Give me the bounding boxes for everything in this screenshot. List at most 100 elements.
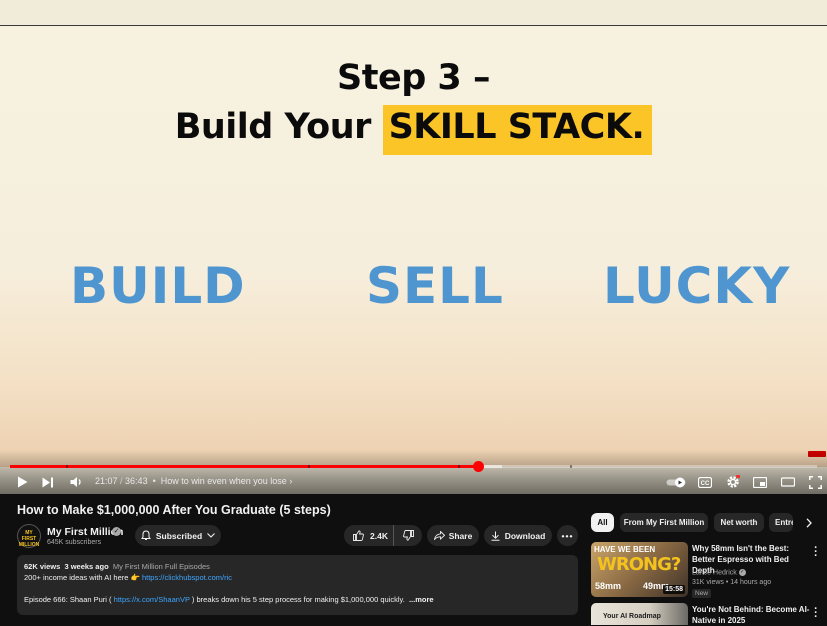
download-button[interactable]: Download — [484, 525, 552, 546]
play-button[interactable] — [14, 474, 30, 490]
chevron-down-icon — [207, 533, 216, 538]
player-controls: 21:07 / 36:43 • How to win even when you… — [0, 450, 827, 494]
thumbs-down-icon — [402, 530, 414, 541]
current-time: 21:07 — [95, 476, 118, 486]
download-icon — [491, 531, 500, 541]
subscribed-label: Subscribed — [155, 530, 203, 541]
description-line-2-text: 200+ income ideas with AI here 👉 — [24, 573, 142, 582]
share-label: Share — [448, 530, 473, 541]
like-button[interactable]: 2.4K — [344, 525, 394, 546]
like-count: 2.4K — [370, 530, 388, 541]
verified-icon: ✓ — [112, 527, 121, 536]
slide-highlight: SKILL STACK. — [382, 105, 653, 155]
description-line-3-suffix: ) breaks down his 5 step process for mak… — [189, 595, 405, 604]
duration: 36:43 — [125, 476, 148, 486]
chips-next-button[interactable] — [800, 513, 818, 532]
description-box[interactable]: 62K views 3 weeks ago My First Million F… — [17, 555, 578, 615]
share-button[interactable]: Share — [427, 525, 479, 546]
fullscreen-icon — [808, 475, 822, 489]
chapter-title[interactable]: How to win even when you lose — [161, 476, 287, 486]
slide-word-build: BUILD — [70, 257, 246, 315]
slide-word-lucky: LUCKY — [603, 257, 791, 315]
recommended-channel-name: Lance Hedrick — [692, 569, 737, 577]
progress-played — [10, 465, 479, 468]
thumbnail-label-left: 58mm — [595, 581, 622, 591]
fullscreen-button[interactable] — [806, 474, 824, 490]
recommended-title-2[interactable]: You're Not Behind: Become AI-Native in 2… — [692, 604, 812, 626]
subscriber-count: 645K subscribers — [47, 539, 102, 546]
more-actions-button[interactable]: ••• — [557, 525, 578, 546]
channel-avatar[interactable]: MY FIRST MILLION — [17, 524, 41, 548]
description-link-hubspot[interactable]: https://clickhubspot.com/ric — [142, 573, 232, 582]
subscribed-button[interactable]: Subscribed — [135, 525, 221, 546]
view-count: 62K views — [24, 562, 61, 571]
skip-next-icon — [42, 477, 53, 487]
thumbnail-caption: Your AI Roadmap — [603, 613, 661, 620]
slide-subheading: Build Your SKILL STACK. — [0, 105, 827, 155]
volume-icon — [70, 477, 81, 487]
show-more-link[interactable]: ...more — [409, 595, 434, 604]
chip-entrepreneurship[interactable]: Entre — [769, 513, 793, 532]
more-vertical-icon[interactable]: · · · — [813, 543, 819, 562]
description-stats-line: 62K views 3 weeks ago My First Million F… — [24, 561, 571, 572]
gear-icon — [727, 475, 740, 488]
chapter-marker — [66, 465, 68, 468]
next-button[interactable] — [40, 474, 56, 490]
playlist-tag[interactable]: My First Million Full Episodes — [113, 562, 210, 571]
more-horizontal-icon: ••• — [561, 530, 574, 541]
bell-icon — [140, 530, 151, 540]
recommended-channel-1[interactable]: Lance Hedrick ✓ — [692, 569, 746, 576]
dislike-button[interactable] — [394, 525, 422, 546]
time-display: 21:07 / 36:43 • How to win even when you… — [95, 476, 293, 486]
like-dislike-group: 2.4K — [344, 525, 422, 546]
time-separator: / — [117, 476, 126, 486]
verified-icon: ✓ — [738, 569, 746, 576]
miniplayer-button[interactable] — [751, 474, 769, 490]
description-line-3: Episode 666: Shaan Puri ( https://x.com/… — [24, 594, 571, 605]
settings-button[interactable] — [724, 474, 742, 490]
upload-age: 3 weeks ago — [64, 562, 109, 571]
download-label: Download — [504, 530, 546, 541]
slide-word-sell: SELL — [366, 257, 504, 315]
chapter-marker — [308, 465, 310, 468]
progress-bar[interactable] — [10, 461, 817, 472]
autoplay-toggle-icon — [666, 477, 686, 487]
player-top-strip — [0, 0, 827, 26]
chapter-marker — [570, 465, 572, 468]
share-icon — [433, 531, 445, 540]
new-badge: New — [692, 589, 712, 598]
thumbs-up-icon — [353, 530, 364, 541]
thumbnail-caption: HAVE WE BEEN — [594, 545, 656, 554]
slide-subheading-prefix: Build Your — [174, 107, 383, 147]
chapter-marker — [458, 465, 460, 468]
theater-icon — [781, 477, 795, 487]
autoplay-toggle[interactable] — [666, 474, 688, 490]
chip-all[interactable]: All — [591, 513, 614, 532]
chevron-right-icon: › — [289, 476, 293, 486]
video-duration: 15:58 — [663, 585, 685, 594]
video-title: How to Make $1,000,000 After You Graduat… — [17, 503, 331, 517]
description-link-x[interactable]: https://x.com/ShaanVP — [114, 595, 190, 604]
recommended-thumbnail-1[interactable]: HAVE WE BEEN WRONG? 58mm 49mm 15:58 — [591, 542, 688, 597]
subtitles-button[interactable]: CC — [697, 474, 713, 490]
description-line-3-text: Episode 666: Shaan Puri ( — [24, 595, 114, 604]
cc-label: CC — [701, 481, 710, 487]
progress-scrubber[interactable] — [472, 461, 484, 472]
video-player[interactable]: Step 3 – Build Your SKILL STACK. BUILD S… — [0, 0, 827, 494]
play-icon — [17, 476, 27, 488]
recommended-meta-1: 31K views • 14 hours ago — [692, 579, 772, 586]
video-frame[interactable]: Step 3 – Build Your SKILL STACK. BUILD S… — [0, 27, 827, 467]
more-vertical-icon[interactable]: · · · — [813, 604, 819, 623]
theater-mode-button[interactable] — [779, 474, 797, 490]
slide-step-heading: Step 3 – — [337, 58, 490, 98]
thumbnail-headline: WRONG? — [597, 554, 681, 575]
closed-captions-icon: CC — [698, 476, 712, 488]
description-line-2: 200+ income ideas with AI here 👉 https:/… — [24, 572, 571, 583]
miniplayer-icon — [753, 476, 767, 488]
recommended-thumbnail-2[interactable]: Your AI Roadmap — [591, 603, 688, 625]
chip-net-worth[interactable]: Net worth — [714, 513, 764, 532]
mute-button[interactable] — [68, 474, 86, 490]
chip-from-channel[interactable]: From My First Million — [620, 513, 708, 532]
chevron-right-icon — [806, 517, 812, 528]
